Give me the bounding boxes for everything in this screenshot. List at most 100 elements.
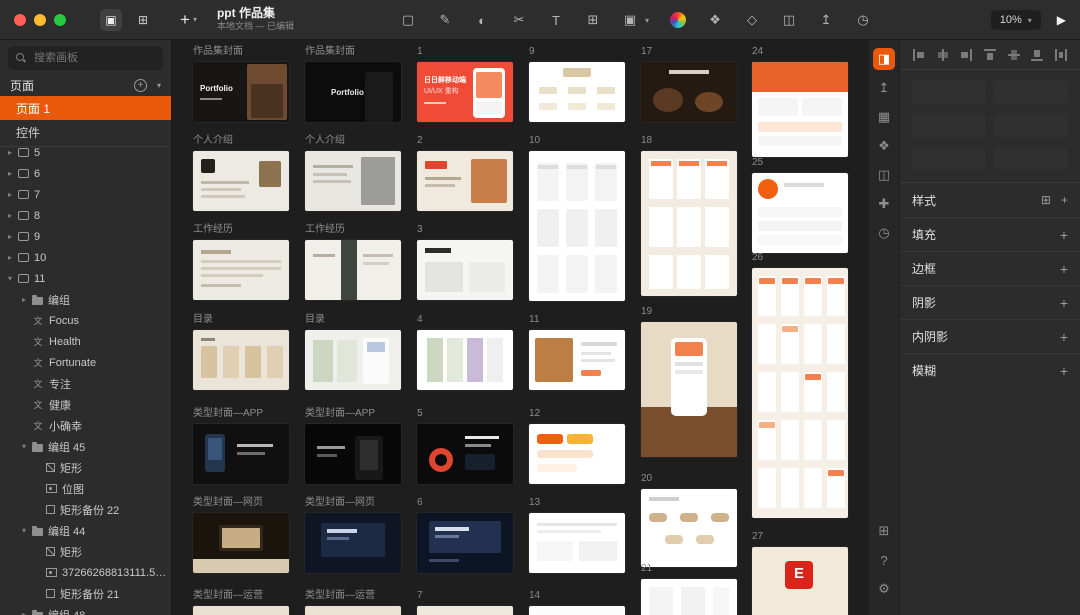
layer-row[interactable]: 位图 bbox=[0, 478, 171, 499]
search-box[interactable] bbox=[8, 46, 163, 70]
artboard-thumbnail[interactable] bbox=[529, 424, 625, 484]
frame-tool-icon[interactable]: ▢ bbox=[400, 12, 416, 28]
artboard-label[interactable]: 14 bbox=[529, 591, 540, 601]
artboard-label[interactable]: 24 bbox=[752, 47, 763, 57]
artboard-label[interactable]: 类型封面—APP bbox=[305, 409, 375, 419]
component-tool-icon[interactable]: ❖ bbox=[707, 12, 723, 28]
artboard-thumbnail[interactable] bbox=[193, 330, 289, 390]
align-center-horizontal-icon[interactable] bbox=[936, 48, 950, 62]
chevron-icon[interactable]: ▸ bbox=[8, 148, 18, 157]
layer-row[interactable]: 文Focus bbox=[0, 310, 171, 331]
chevron-icon[interactable]: ▸ bbox=[8, 190, 18, 199]
layer-row[interactable]: 文小确幸 bbox=[0, 415, 171, 436]
artboard-label[interactable]: 27 bbox=[752, 532, 763, 542]
artboard-label[interactable]: 13 bbox=[529, 498, 540, 508]
artboard-thumbnail[interactable]: 日日鲜移动端UI/UX 重构 bbox=[417, 62, 513, 122]
artboard-thumbnail[interactable] bbox=[641, 489, 737, 567]
artboard-label[interactable]: 26 bbox=[752, 253, 763, 263]
maximize-window-button[interactable] bbox=[54, 14, 66, 26]
layer-row[interactable]: ▾11 bbox=[0, 268, 171, 289]
artboard-thumbnail[interactable] bbox=[305, 151, 401, 211]
export-icon[interactable]: ↥ bbox=[873, 77, 895, 99]
text-tool-icon[interactable]: T bbox=[548, 12, 564, 28]
layer-row[interactable]: 文Health bbox=[0, 331, 171, 352]
add-blur-button[interactable]: + bbox=[1060, 363, 1068, 379]
artboard-label[interactable]: 3 bbox=[417, 225, 423, 235]
collapse-pages-icon[interactable]: ▾ bbox=[157, 81, 161, 90]
align-bottom-icon[interactable] bbox=[1030, 48, 1044, 62]
style-grid-icon[interactable]: ⊞ bbox=[1041, 193, 1051, 207]
add-stroke-button[interactable]: + bbox=[1060, 261, 1068, 277]
artboard-label[interactable]: 目录 bbox=[193, 315, 213, 325]
history-tool-icon[interactable]: ◷ bbox=[855, 12, 871, 28]
artboard-thumbnail[interactable]: Portfolio bbox=[305, 62, 401, 122]
artboard-label[interactable]: 12 bbox=[529, 409, 540, 419]
layer-row[interactable]: ▾编组 45 bbox=[0, 436, 171, 457]
artboard-thumbnail[interactable] bbox=[193, 424, 289, 484]
layer-row[interactable]: ▸9 bbox=[0, 226, 171, 247]
plugin-icon[interactable]: ✚ bbox=[873, 193, 895, 215]
ruler-icon[interactable]: ▦ bbox=[873, 106, 895, 128]
artboard-thumbnail[interactable] bbox=[529, 606, 625, 615]
color-wheel-icon[interactable] bbox=[670, 12, 686, 28]
artboard-thumbnail[interactable] bbox=[305, 330, 401, 390]
align-middle-vertical-icon[interactable] bbox=[1007, 48, 1021, 62]
artboard-label[interactable]: 25 bbox=[752, 158, 763, 168]
artboard-label[interactable]: 作品集封面 bbox=[193, 47, 243, 57]
align-top-icon[interactable] bbox=[983, 48, 997, 62]
artboard-thumbnail[interactable] bbox=[193, 606, 289, 615]
close-window-button[interactable] bbox=[14, 14, 26, 26]
artboard-thumbnail[interactable] bbox=[641, 579, 737, 615]
layer-row[interactable]: 矩形 bbox=[0, 541, 171, 562]
add-style-icon[interactable]: + bbox=[1061, 193, 1068, 207]
artboard-label[interactable]: 4 bbox=[417, 315, 423, 325]
artboard-label[interactable]: 18 bbox=[641, 136, 652, 146]
artboard-thumbnail[interactable] bbox=[417, 424, 513, 484]
layer-row[interactable]: 37266268813111.5b6a4... bbox=[0, 562, 171, 583]
chevron-icon[interactable]: ▸ bbox=[22, 295, 32, 304]
layer-row[interactable]: ▸10 bbox=[0, 247, 171, 268]
artboard-thumbnail[interactable] bbox=[305, 240, 401, 300]
artboard-thumbnail[interactable] bbox=[305, 513, 401, 573]
document-title-block[interactable]: ppt 作品集 本地文档 — 已编辑 bbox=[217, 7, 294, 32]
mask-tool-icon[interactable]: ◐ bbox=[474, 12, 490, 28]
artboard-thumbnail[interactable] bbox=[752, 173, 848, 253]
instance-tool-icon[interactable]: ◇ bbox=[744, 12, 760, 28]
artboard-label[interactable]: 工作经历 bbox=[193, 225, 233, 235]
artboard-label[interactable]: 5 bbox=[417, 409, 423, 419]
artboard-thumbnail[interactable] bbox=[417, 240, 513, 300]
artboard-label[interactable]: 10 bbox=[529, 136, 540, 146]
chevron-icon[interactable]: ▾ bbox=[8, 274, 18, 283]
library-tool-icon[interactable]: ◫ bbox=[781, 12, 797, 28]
add-shadow-button[interactable]: + bbox=[1060, 295, 1068, 311]
artboard-label[interactable]: 作品集封面 bbox=[305, 47, 355, 57]
artboard-label[interactable]: 7 bbox=[417, 591, 423, 601]
canvas-mode-icon[interactable]: ▣ bbox=[100, 9, 122, 31]
artboard-label[interactable]: 2 bbox=[417, 136, 423, 146]
page-item-selected[interactable]: 页面 1 bbox=[0, 96, 171, 120]
chevron-icon[interactable]: ▸ bbox=[8, 211, 18, 220]
search-input[interactable] bbox=[32, 51, 155, 65]
artboard-thumbnail[interactable] bbox=[641, 151, 737, 296]
artboard-label[interactable]: 个人介绍 bbox=[305, 136, 345, 146]
chevron-icon[interactable]: ▾ bbox=[22, 442, 32, 451]
artboard-thumbnail[interactable]: Portfolio bbox=[193, 62, 289, 122]
layer-row[interactable]: 文专注 bbox=[0, 373, 171, 394]
artboard-thumbnail[interactable] bbox=[641, 62, 737, 122]
layer-row[interactable]: 文Fortunate bbox=[0, 352, 171, 373]
align-left-icon[interactable] bbox=[912, 48, 926, 62]
artboard-thumbnail[interactable] bbox=[193, 240, 289, 300]
layer-row[interactable]: ▸6 bbox=[0, 163, 171, 184]
artboard-label[interactable]: 17 bbox=[641, 47, 652, 57]
play-button[interactable]: ▶ bbox=[1057, 13, 1066, 27]
settings-icon[interactable]: ⚙ bbox=[873, 578, 895, 600]
layer-row[interactable]: 矩形备份 21 bbox=[0, 583, 171, 604]
artboard-label[interactable]: 类型封面—运营 bbox=[193, 591, 263, 601]
slice-tool-icon[interactable]: ✂ bbox=[511, 12, 527, 28]
add-fill-button[interactable]: + bbox=[1060, 227, 1068, 243]
rotation-field[interactable] bbox=[912, 148, 986, 170]
layer-row[interactable]: 矩形 bbox=[0, 457, 171, 478]
artboard-thumbnail[interactable] bbox=[193, 513, 289, 573]
artboard-label[interactable]: 9 bbox=[529, 47, 535, 57]
chevron-icon[interactable]: ▸ bbox=[8, 169, 18, 178]
